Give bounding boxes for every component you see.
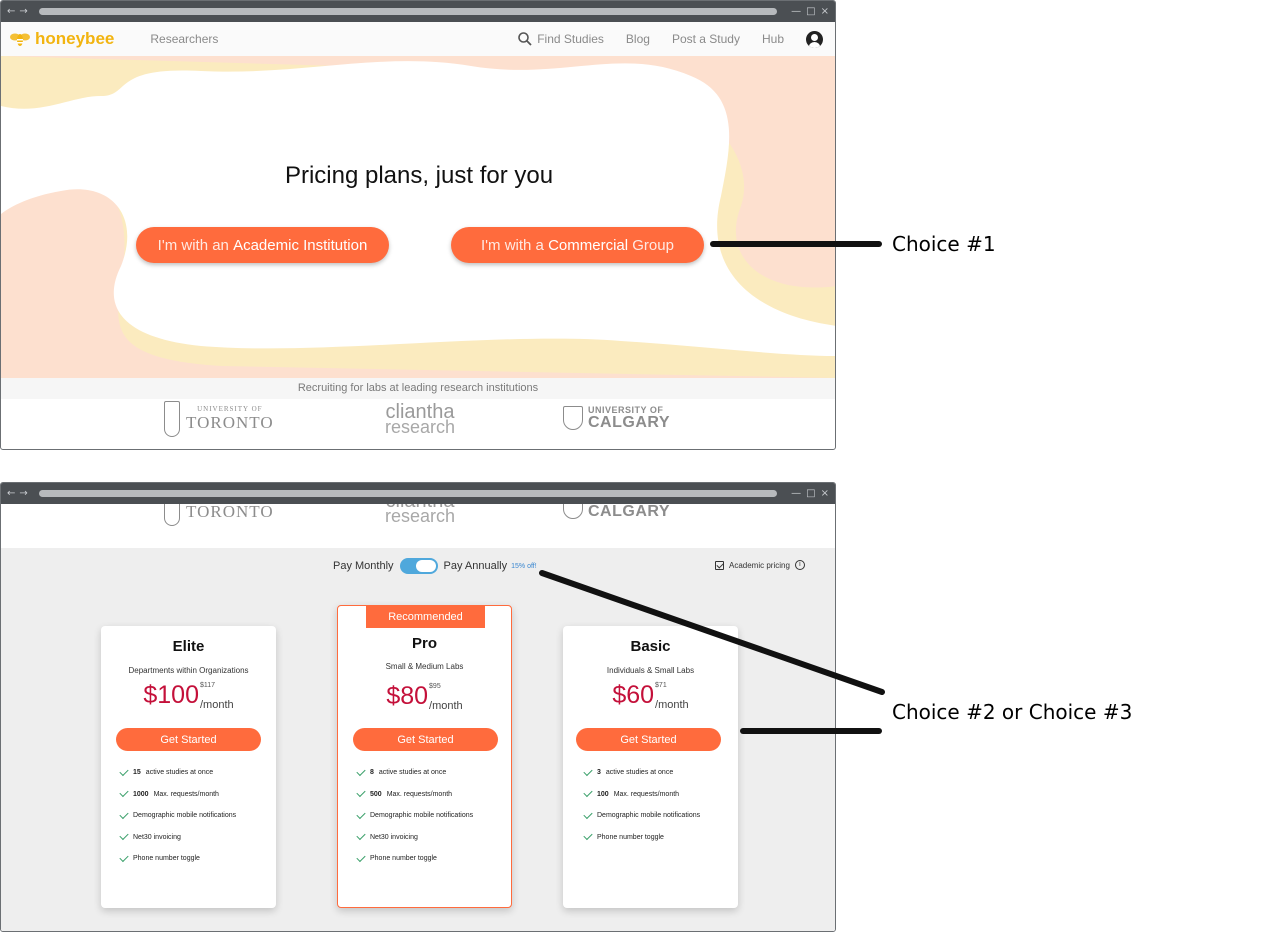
nav-researchers[interactable]: Researchers bbox=[150, 32, 218, 46]
brand-name: honeybee bbox=[35, 29, 115, 48]
brand-logo[interactable]: honeybee bbox=[9, 29, 114, 49]
nav-hub[interactable]: Hub bbox=[762, 32, 784, 46]
nav-find-studies[interactable]: Find Studies bbox=[518, 32, 604, 46]
annotation-pointer-choice23 bbox=[740, 728, 882, 734]
top-navbar: honeybee Researchers Find Studies Blog P… bbox=[1, 22, 835, 56]
account-icon[interactable] bbox=[806, 30, 823, 48]
nav-blog[interactable]: Blog bbox=[626, 32, 650, 46]
nav-find-label: Find Studies bbox=[537, 32, 604, 46]
bee-icon bbox=[10, 33, 30, 46]
annotation-pointer-discount bbox=[539, 570, 885, 695]
search-icon bbox=[518, 32, 532, 46]
annotation-choice23: Choice #2 or Choice #3 bbox=[892, 700, 1133, 724]
nav-post-study[interactable]: Post a Study bbox=[672, 32, 740, 46]
